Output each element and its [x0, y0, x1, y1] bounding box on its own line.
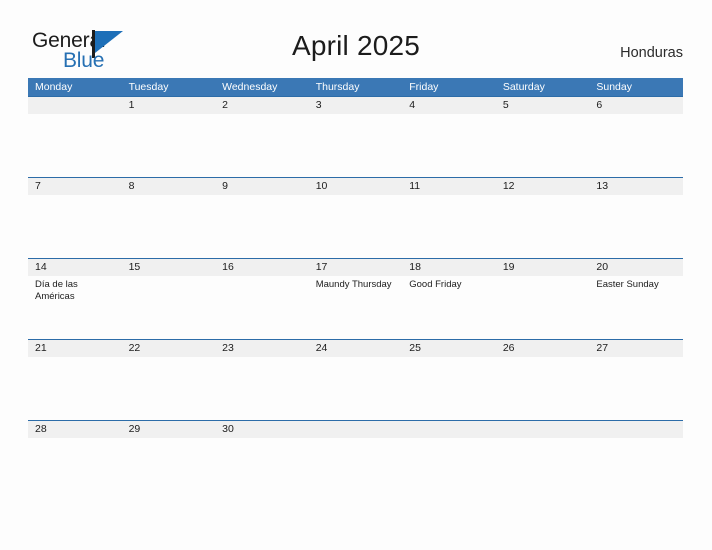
calendar-day-cell[interactable]: 11 — [402, 178, 496, 259]
calendar-day-cell[interactable]: 19 — [496, 259, 590, 340]
day-number: 5 — [502, 99, 509, 111]
calendar-day-cell[interactable]: 7 — [28, 178, 122, 259]
day-number: 19 — [502, 261, 515, 273]
day-number: 10 — [315, 180, 328, 192]
weekday-header-thursday: Thursday — [315, 81, 360, 93]
calendar-day-cell[interactable]: 18 Good Friday — [402, 259, 496, 340]
day-event: Maundy Thursday — [315, 279, 392, 290]
calendar-day-cell[interactable]: 17 Maundy Thursday — [309, 259, 403, 340]
day-number: 29 — [128, 423, 141, 435]
calendar-day-cell[interactable]: 4 — [402, 97, 496, 178]
calendar-day-cell[interactable]: 6 — [589, 97, 683, 178]
calendar-day-cell[interactable]: 2 — [215, 97, 309, 178]
day-number — [409, 421, 496, 438]
day-number: 17 — [315, 261, 328, 273]
day-number: 20 — [596, 261, 609, 273]
calendar-day-cell[interactable]: 3 — [309, 97, 403, 178]
day-number — [503, 421, 590, 438]
day-number — [596, 421, 683, 438]
day-number — [35, 97, 122, 114]
calendar-page: General Blue April 2025 Honduras Monday … — [0, 0, 712, 550]
weekday-header-monday: Monday — [35, 81, 73, 93]
calendar-day-cell[interactable]: 1 — [122, 97, 216, 178]
day-number: 6 — [596, 99, 603, 111]
calendar-day-cell[interactable] — [309, 421, 403, 502]
calendar-day-cell[interactable]: 27 — [589, 340, 683, 421]
calendar-day-cell[interactable]: 10 — [309, 178, 403, 259]
day-number: 24 — [315, 342, 328, 354]
day-number: 22 — [128, 342, 141, 354]
calendar-day-cell[interactable] — [589, 421, 683, 502]
calendar-week-row: 21 22 23 24 25 26 27 — [28, 339, 683, 420]
calendar-day-cell[interactable]: 16 — [215, 259, 309, 340]
calendar-day-cell[interactable]: 15 — [122, 259, 216, 340]
calendar-week-days: 14 Día de las Américas 15 16 17 Maundy T… — [28, 259, 683, 340]
day-number: 11 — [409, 180, 421, 192]
calendar-day-cell[interactable]: 30 — [215, 421, 309, 502]
day-number: 27 — [596, 342, 609, 354]
calendar-week-days: 28 29 30 — [28, 421, 683, 502]
day-number: 21 — [35, 342, 47, 354]
calendar-day-cell[interactable] — [496, 421, 590, 502]
day-number: 15 — [128, 261, 141, 273]
day-number: 9 — [222, 180, 228, 192]
calendar-day-cell[interactable]: 24 — [309, 340, 403, 421]
day-number: 14 — [35, 261, 47, 273]
calendar-grid: Monday Tuesday Wednesday Thursday Friday… — [28, 78, 683, 501]
calendar-week-row: 28 29 30 — [28, 420, 683, 501]
day-number: 3 — [315, 99, 322, 111]
calendar-week-days: 1 2 3 4 5 6 — [28, 97, 683, 178]
calendar-day-cell[interactable]: 22 — [122, 340, 216, 421]
day-number: 4 — [409, 99, 416, 111]
calendar-day-cell[interactable]: 25 — [402, 340, 496, 421]
weekday-header-tuesday: Tuesday — [128, 81, 169, 93]
country-label: Honduras — [620, 45, 683, 61]
calendar-day-cell[interactable]: 8 — [122, 178, 216, 259]
calendar-week-row: 7 8 9 10 11 12 13 — [28, 177, 683, 258]
calendar-day-cell[interactable]: 9 — [215, 178, 309, 259]
calendar-day-cell[interactable]: 23 — [215, 340, 309, 421]
page-title: April 2025 — [291, 30, 421, 61]
calendar-day-cell[interactable] — [28, 97, 122, 178]
calendar-day-cell[interactable]: 21 — [28, 340, 122, 421]
day-number: 1 — [128, 99, 135, 111]
calendar-day-cell[interactable] — [402, 421, 496, 502]
day-number: 8 — [128, 180, 135, 192]
weekday-header-row: Monday Tuesday Wednesday Thursday Friday… — [28, 78, 683, 96]
day-number: 2 — [222, 99, 228, 111]
day-number: 30 — [222, 423, 234, 435]
day-number: 25 — [409, 342, 421, 354]
day-number: 18 — [409, 261, 421, 273]
calendar-day-cell[interactable]: 20 Easter Sunday — [589, 259, 683, 340]
weekday-header-wednesday: Wednesday — [222, 81, 278, 93]
calendar-day-cell[interactable]: 26 — [496, 340, 590, 421]
day-number: 16 — [222, 261, 234, 273]
calendar-day-cell[interactable]: 5 — [496, 97, 590, 178]
weekday-header-friday: Friday — [409, 81, 439, 93]
day-number: 7 — [35, 180, 41, 192]
day-number — [316, 421, 403, 438]
calendar-day-cell[interactable]: 28 — [28, 421, 122, 502]
weekday-header-sunday: Sunday — [596, 81, 632, 93]
day-event: Good Friday — [409, 279, 462, 290]
calendar-week-days: 21 22 23 24 25 26 27 — [28, 340, 683, 421]
day-number: 26 — [502, 342, 515, 354]
calendar-day-cell[interactable]: 29 — [122, 421, 216, 502]
day-number: 28 — [35, 423, 47, 435]
calendar-week-days: 7 8 9 10 11 12 13 — [28, 178, 683, 259]
day-event: Easter Sunday — [596, 279, 659, 290]
calendar-day-cell[interactable]: 12 — [496, 178, 590, 259]
day-number: 12 — [502, 180, 515, 192]
day-number: 13 — [596, 180, 609, 192]
calendar-day-cell[interactable]: 14 Día de las Américas — [28, 259, 122, 340]
weekday-header-saturday: Saturday — [502, 81, 545, 93]
calendar-week-row: 14 Día de las Américas 15 16 17 Maundy T… — [28, 258, 683, 339]
page-header: General Blue April 2025 Honduras — [0, 0, 712, 78]
calendar-day-cell[interactable]: 13 — [589, 178, 683, 259]
day-number: 23 — [222, 342, 234, 354]
calendar-week-row: 1 2 3 4 5 6 — [28, 96, 683, 177]
day-event: Día de las Américas — [35, 279, 78, 302]
